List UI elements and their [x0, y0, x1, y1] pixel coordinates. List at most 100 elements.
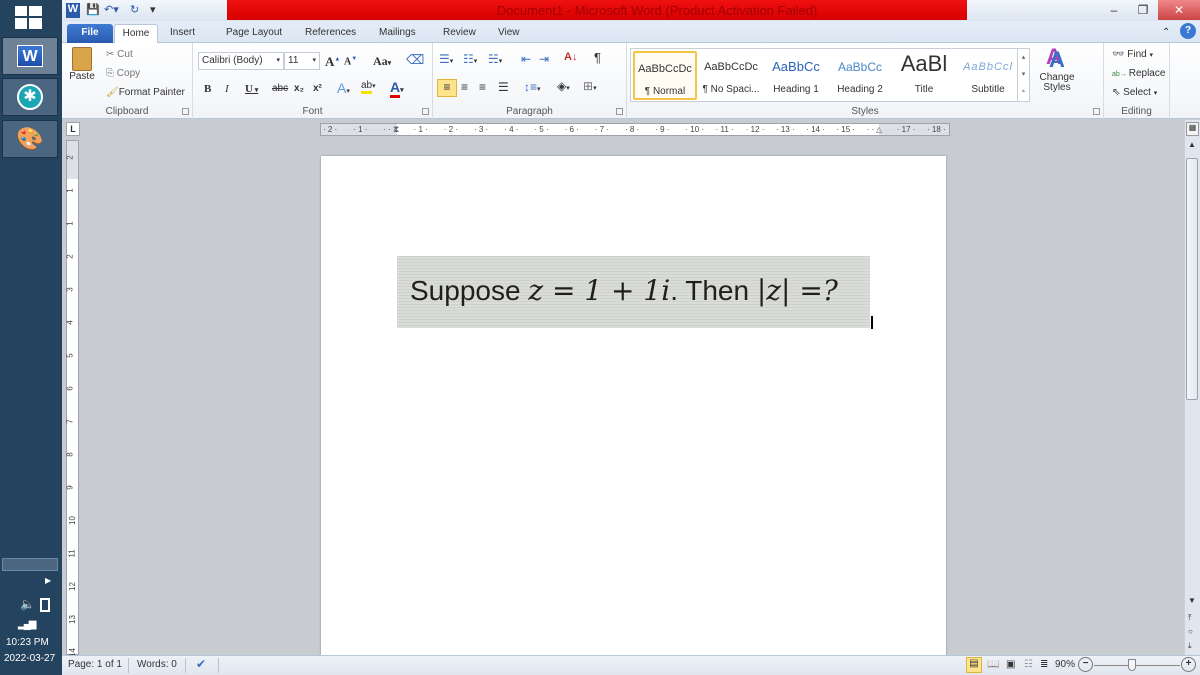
subscript-button[interactable]: x₂: [294, 83, 304, 94]
shading-button[interactable]: ◈▾: [557, 79, 570, 93]
zoom-slider-thumb[interactable]: [1128, 659, 1137, 671]
tab-file[interactable]: File: [67, 24, 113, 43]
word-app-icon[interactable]: W: [66, 3, 80, 18]
cut-button[interactable]: ✂ Cut: [106, 49, 133, 60]
tab-page-layout[interactable]: Page Layout: [226, 24, 282, 43]
tab-review[interactable]: Review: [443, 24, 476, 43]
page-count[interactable]: Page: 1 of 1: [68, 659, 122, 670]
increase-indent-button[interactable]: ⇥: [539, 52, 549, 66]
align-center-button[interactable]: ≡: [461, 80, 468, 94]
close-button[interactable]: ✕: [1158, 0, 1200, 20]
format-painter-button[interactable]: 🖌Format Painter: [106, 87, 185, 98]
borders-button[interactable]: ⊞▾: [583, 79, 597, 93]
paragraph-dialog-launcher[interactable]: [616, 108, 623, 115]
tab-mailings[interactable]: Mailings: [379, 24, 416, 43]
scroll-down-arrow[interactable]: ▼: [1188, 596, 1196, 605]
clock-time[interactable]: 10:23 PM: [6, 637, 49, 648]
strikethrough-button[interactable]: abc: [272, 83, 288, 94]
show-formatting-button[interactable]: ¶: [594, 50, 601, 65]
align-left-button[interactable]: ≡: [437, 79, 457, 97]
highlight-button[interactable]: ab▾: [361, 80, 376, 94]
sort-button[interactable]: A↓: [564, 51, 577, 63]
grow-font-button[interactable]: A▲: [325, 54, 340, 70]
shrink-font-button[interactable]: A▼: [344, 56, 357, 67]
copy-button[interactable]: ⎘ Copy: [106, 68, 140, 79]
find-button[interactable]: 👓 Find ▾: [1112, 49, 1153, 60]
scroll-thumb[interactable]: [1186, 158, 1198, 400]
bold-button[interactable]: B: [204, 83, 211, 95]
tab-insert[interactable]: Insert: [170, 24, 195, 43]
next-page-icon[interactable]: ⤓: [1188, 641, 1192, 651]
decrease-indent-button[interactable]: ⇤: [521, 52, 531, 66]
taskbar-scroll[interactable]: [2, 558, 58, 571]
numbering-button[interactable]: ☷▾: [463, 52, 477, 66]
indent-marker[interactable]: ⧗: [393, 124, 399, 135]
change-case-button[interactable]: Aa▾: [373, 54, 391, 69]
minimize-ribbon-icon[interactable]: ⌃: [1162, 24, 1170, 43]
align-right-button[interactable]: ≡: [479, 80, 486, 94]
style-title[interactable]: AaBl Title: [893, 51, 955, 100]
line-spacing-button[interactable]: ↕≡▾: [524, 80, 541, 94]
save-icon[interactable]: 💾: [86, 3, 100, 18]
battery-icon[interactable]: [40, 598, 50, 612]
start-button[interactable]: [15, 6, 43, 30]
taskbar-accessibility-button[interactable]: ✱: [2, 78, 58, 116]
style-heading-1[interactable]: AaBbCc Heading 1: [765, 51, 827, 100]
right-indent-marker[interactable]: △: [876, 125, 882, 134]
taskbar-paint-button[interactable]: 🎨: [2, 120, 58, 158]
font-dialog-launcher[interactable]: [422, 108, 429, 115]
word-count[interactable]: Words: 0: [137, 659, 177, 670]
italic-button[interactable]: I: [225, 83, 229, 95]
tab-view[interactable]: View: [498, 24, 520, 43]
zoom-slider-track[interactable]: [1094, 665, 1180, 666]
font-color-button[interactable]: A▾: [390, 79, 404, 98]
browse-object-icon[interactable]: ○: [1188, 627, 1193, 636]
minimize-button[interactable]: –: [1100, 0, 1128, 20]
style-heading-2[interactable]: AaBbCc Heading 2: [829, 51, 891, 100]
tab-selector[interactable]: L: [66, 122, 80, 136]
vertical-ruler[interactable]: 2 1 1 2 3 4 5 6 7 8 9 10 11 12 13 14: [66, 140, 79, 657]
previous-page-icon[interactable]: ⤒: [1188, 613, 1192, 623]
full-screen-reading-icon[interactable]: 📖: [987, 659, 999, 670]
taskbar-word-button[interactable]: W: [2, 37, 58, 75]
superscript-button[interactable]: x²: [313, 83, 322, 94]
horizontal-ruler[interactable]: · 2 · · 1 · · · · · 1 · · 2 · · 3 · · 4 · · 5 ·…: [320, 123, 950, 136]
clipboard-dialog-launcher[interactable]: [182, 108, 189, 115]
redo-icon[interactable]: ↻: [130, 3, 139, 18]
restore-button[interactable]: ❐: [1130, 0, 1156, 20]
gallery-scroll[interactable]: ▴ ▾ ⩡: [1017, 49, 1029, 101]
equation-image[interactable]: Suppose z = 1 + 1i. Then |z| =?: [397, 256, 870, 328]
proofing-icon[interactable]: ✔: [196, 657, 206, 671]
tab-home[interactable]: Home: [114, 24, 158, 44]
change-styles-button[interactable]: A Change Styles: [1035, 47, 1079, 103]
zoom-out-button[interactable]: −: [1078, 657, 1093, 672]
bullets-button[interactable]: ☰▾: [439, 52, 453, 66]
font-size-select[interactable]: 11 ▾: [284, 52, 320, 70]
volume-icon[interactable]: 🔈: [20, 597, 35, 611]
ruler-toggle-icon[interactable]: ▦: [1186, 122, 1199, 136]
paste-button[interactable]: Paste: [68, 47, 96, 97]
outline-view-icon[interactable]: ☷: [1024, 659, 1033, 670]
print-layout-view-icon[interactable]: ▤: [966, 657, 982, 673]
styles-dialog-launcher[interactable]: [1093, 108, 1100, 115]
document-page[interactable]: Suppose z = 1 + 1i. Then |z| =?: [321, 156, 946, 656]
show-more-arrow-icon[interactable]: ▶: [45, 576, 51, 585]
scroll-up-arrow[interactable]: ▲: [1188, 140, 1196, 149]
signal-icon[interactable]: ▂▄▆: [18, 619, 37, 630]
multilevel-list-button[interactable]: ☵▾: [488, 52, 502, 66]
font-name-select[interactable]: Calibri (Body) ▾: [198, 52, 284, 70]
zoom-level[interactable]: 90%: [1055, 659, 1075, 670]
clear-formatting-icon[interactable]: ⌫: [406, 52, 424, 68]
style-normal[interactable]: AaBbCcDc ¶ Normal: [633, 51, 697, 100]
style-no-spacing[interactable]: AaBbCcDc ¶ No Spaci...: [699, 51, 763, 100]
zoom-in-button[interactable]: +: [1181, 657, 1196, 672]
justify-button[interactable]: ☰: [498, 80, 509, 94]
draft-view-icon[interactable]: ≣: [1040, 659, 1048, 670]
clock-date[interactable]: 2022-03-27: [4, 653, 55, 664]
web-layout-icon[interactable]: ▣: [1006, 659, 1015, 670]
help-icon[interactable]: ?: [1180, 23, 1196, 39]
customize-qat-icon[interactable]: ▾: [150, 3, 156, 18]
select-button[interactable]: ⇖ Select ▾: [1112, 87, 1157, 98]
tab-references[interactable]: References: [305, 24, 356, 43]
replace-button[interactable]: ab→ Replace: [1112, 68, 1165, 79]
